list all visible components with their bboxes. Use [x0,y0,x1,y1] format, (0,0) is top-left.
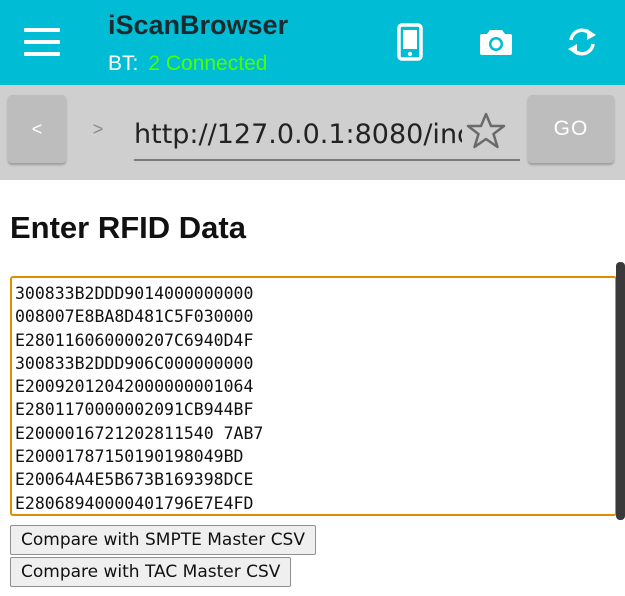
bt-label: BT: [108,52,139,75]
url-underline [462,159,520,161]
url-bar: < > GO [0,85,625,180]
go-button[interactable]: GO [528,95,614,163]
bluetooth-status: BT: 2 Connected [108,52,267,76]
compare-tac-button[interactable]: Compare with TAC Master CSV [10,557,292,587]
camera-icon[interactable] [476,22,516,62]
phone-icon[interactable] [390,22,430,62]
rfid-data-textarea[interactable]: 300833B2DDD9014000000000 008007E8BA8D481… [10,276,617,516]
app-bar: iScanBrowser BT: 2 Connected [0,0,625,85]
sync-icon[interactable] [562,22,602,62]
compare-smpte-button[interactable]: Compare with SMPTE Master CSV [10,525,316,555]
menu-icon[interactable] [24,28,60,56]
page-heading: Enter RFID Data [10,210,246,245]
forward-button[interactable]: > [70,95,126,163]
bt-connection-status: 2 Connected [148,52,268,75]
back-button[interactable]: < [8,95,66,163]
app-title: iScanBrowser [108,10,289,40]
star-outline-icon[interactable] [466,111,506,151]
scrollbar[interactable] [616,262,625,520]
url-input[interactable] [134,109,462,161]
